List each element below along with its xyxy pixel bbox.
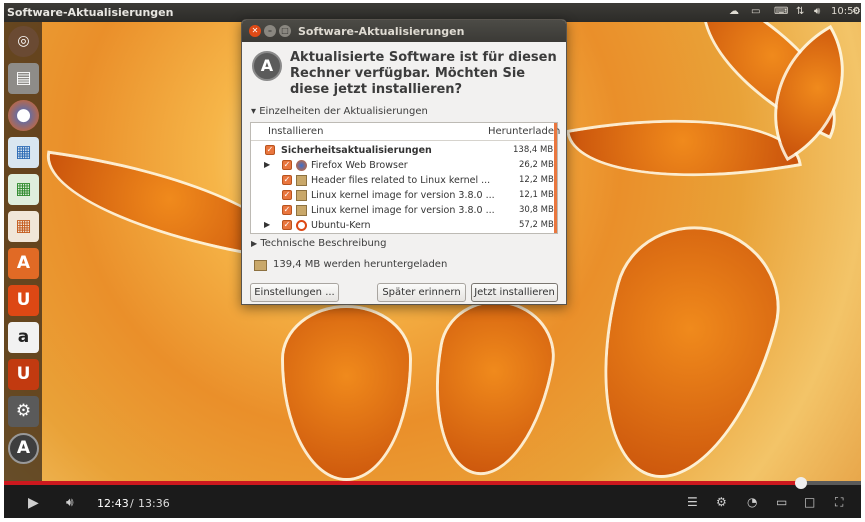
- firefox-icon[interactable]: ●: [8, 100, 39, 131]
- writer-icon[interactable]: ▦: [8, 137, 39, 168]
- launcher: ◎ ▤ ● ▦ ▦ ▦ A U a U ⚙ A: [4, 22, 42, 481]
- volume-icon[interactable]: 🔊︎: [66, 495, 74, 510]
- update-dialog: ✕ – □ Software-Aktualisierungen A Aktual…: [241, 19, 567, 305]
- captions-icon[interactable]: ☰: [687, 495, 698, 509]
- expanded-arrow-icon: ▾: [251, 106, 257, 117]
- dialog-heading: Aktualisierte Software ist für diesen Re…: [290, 50, 557, 97]
- video-frame: Software-Aktualisierungen ☁ ▭ ⌨ ⇅ 🔊︎ 10:…: [0, 0, 865, 522]
- wallpaper-leaf: [284, 308, 409, 478]
- settings-button[interactable]: Einstellungen ...: [250, 283, 339, 302]
- column-download[interactable]: Herunterladen: [488, 126, 560, 137]
- tree-row-kernel-image-2[interactable]: ✓ Linux kernel image for version 3.8.0 .…: [251, 204, 554, 219]
- minimize-icon[interactable]: –: [264, 25, 276, 37]
- column-install[interactable]: Installieren: [268, 126, 323, 137]
- scrubber-knob[interactable]: [795, 477, 807, 489]
- dialog-titlebar[interactable]: ✕ – □ Software-Aktualisierungen: [242, 20, 566, 42]
- row-size: 12,1 MB: [519, 190, 554, 200]
- maximize-icon[interactable]: □: [279, 25, 291, 37]
- checkbox-kernel-image-1[interactable]: ✓: [282, 190, 292, 200]
- time-separator: /: [130, 497, 134, 510]
- row-label: Linux kernel image for version 3.8.0 ...: [311, 205, 495, 216]
- collapsed-arrow-icon: ▶: [251, 239, 258, 248]
- remind-later-button[interactable]: Später erinnern: [377, 283, 466, 302]
- files-icon[interactable]: ▤: [8, 63, 39, 94]
- install-now-button[interactable]: Jetzt installieren: [471, 283, 558, 302]
- technical-expander[interactable]: ▶ Technische Beschreibung: [251, 238, 387, 249]
- download-summary: 139,4 MB werden heruntergeladen: [273, 259, 448, 270]
- gear-icon[interactable]: ⚙: [852, 6, 861, 17]
- checkbox-kernel-image-2[interactable]: ✓: [282, 205, 292, 215]
- update-manager-logo-icon: A: [252, 51, 282, 81]
- close-icon[interactable]: ✕: [249, 25, 261, 37]
- row-size: 30,8 MB: [519, 205, 554, 215]
- firefox-icon: [296, 160, 307, 171]
- expand-arrow-icon[interactable]: ▶: [264, 220, 270, 229]
- network-icon[interactable]: ⇅: [796, 6, 804, 17]
- details-expander[interactable]: ▾ Einzelheiten der Aktualisierungen: [251, 106, 428, 117]
- package-icon: [254, 260, 267, 271]
- ubuntu-one-icon[interactable]: U: [8, 285, 39, 316]
- ubuntu-desktop: Software-Aktualisierungen ☁ ▭ ⌨ ⇅ 🔊︎ 10:…: [4, 3, 861, 481]
- progress-played: [4, 481, 801, 485]
- settings-icon[interactable]: ⚙: [716, 495, 727, 509]
- technical-expander-label: Technische Beschreibung: [260, 238, 387, 249]
- tree-row-firefox[interactable]: ▶ ✓ Firefox Web Browser 26,2 MB: [251, 159, 554, 174]
- play-icon[interactable]: ▶: [28, 495, 39, 511]
- wallpaper-leaf: [569, 94, 799, 202]
- tree-row-security[interactable]: ✓ Sicherheitsaktualisierungen 138,4 MB: [251, 144, 554, 159]
- fullscreen-icon[interactable]: ⛶: [835, 495, 843, 510]
- ubuntu-logo-icon: [296, 220, 307, 231]
- row-label: Sicherheitsaktualisierungen: [281, 145, 432, 156]
- wallpaper-leaf: [574, 211, 794, 481]
- package-icon: [296, 190, 307, 201]
- checkbox-security[interactable]: ✓: [265, 145, 275, 155]
- details-expander-label: Einzelheiten der Aktualisierungen: [259, 106, 428, 117]
- wallpaper-leaf: [422, 294, 560, 481]
- current-time: 12:43: [97, 497, 129, 510]
- duration: 13:36: [138, 497, 170, 510]
- checkbox-ubuntu-kernel[interactable]: ✓: [282, 220, 292, 230]
- dialog-title: Software-Aktualisierungen: [298, 25, 465, 38]
- expand-arrow-icon[interactable]: ▶: [264, 160, 270, 169]
- system-settings-icon[interactable]: ⚙: [8, 396, 39, 427]
- tree-row-ubuntu-kernel[interactable]: ▶ ✓ Ubuntu-Kern 57,2 MB: [251, 219, 554, 234]
- battery-icon[interactable]: ▭: [751, 6, 760, 17]
- row-label: Header files related to Linux kernel ...: [311, 175, 491, 186]
- cloud-icon[interactable]: ☁: [729, 6, 739, 17]
- impress-icon[interactable]: ▦: [8, 211, 39, 242]
- checkbox-headers[interactable]: ✓: [282, 175, 292, 185]
- update-manager-icon[interactable]: A: [8, 433, 39, 464]
- tree-row-kernel-image-1[interactable]: ✓ Linux kernel image for version 3.8.0 .…: [251, 189, 554, 204]
- ubuntu-dash-icon[interactable]: ◎: [8, 26, 39, 57]
- keyboard-icon[interactable]: ⌨: [774, 6, 788, 17]
- software-center-icon[interactable]: A: [8, 248, 39, 279]
- volume-icon[interactable]: 🔊︎: [814, 6, 820, 17]
- checkbox-firefox[interactable]: ✓: [282, 160, 292, 170]
- package-icon: [296, 175, 307, 186]
- row-label: Linux kernel image for version 3.8.0 ...: [311, 190, 495, 201]
- large-player-icon[interactable]: □: [804, 495, 815, 509]
- panel-window-title: Software-Aktualisierungen: [7, 6, 174, 19]
- row-size: 57,2 MB: [519, 220, 554, 230]
- scrollbar[interactable]: [554, 123, 557, 233]
- ubuntu-one-music-icon[interactable]: U: [8, 359, 39, 390]
- row-size: 138,4 MB: [513, 145, 554, 155]
- package-icon: [296, 205, 307, 216]
- row-size: 12,2 MB: [519, 175, 554, 185]
- row-label: Firefox Web Browser: [311, 160, 408, 171]
- row-label: Ubuntu-Kern: [311, 220, 371, 231]
- updates-tree[interactable]: Installieren Herunterladen ✓ Sicherheits…: [250, 122, 560, 234]
- watch-later-icon[interactable]: ◔: [747, 495, 757, 509]
- amazon-icon[interactable]: a: [8, 322, 39, 353]
- progress-bar[interactable]: [4, 477, 861, 489]
- calc-icon[interactable]: ▦: [8, 174, 39, 205]
- tree-row-headers[interactable]: ✓ Header files related to Linux kernel .…: [251, 174, 554, 189]
- tree-header: Installieren Herunterladen: [251, 123, 560, 141]
- small-player-icon[interactable]: ▭: [776, 495, 787, 509]
- row-size: 26,2 MB: [519, 160, 554, 170]
- video-controls: ▶ 🔊︎ 12:43 / 13:36 ☰ ⚙ ◔ ▭ □ ⛶: [4, 477, 861, 518]
